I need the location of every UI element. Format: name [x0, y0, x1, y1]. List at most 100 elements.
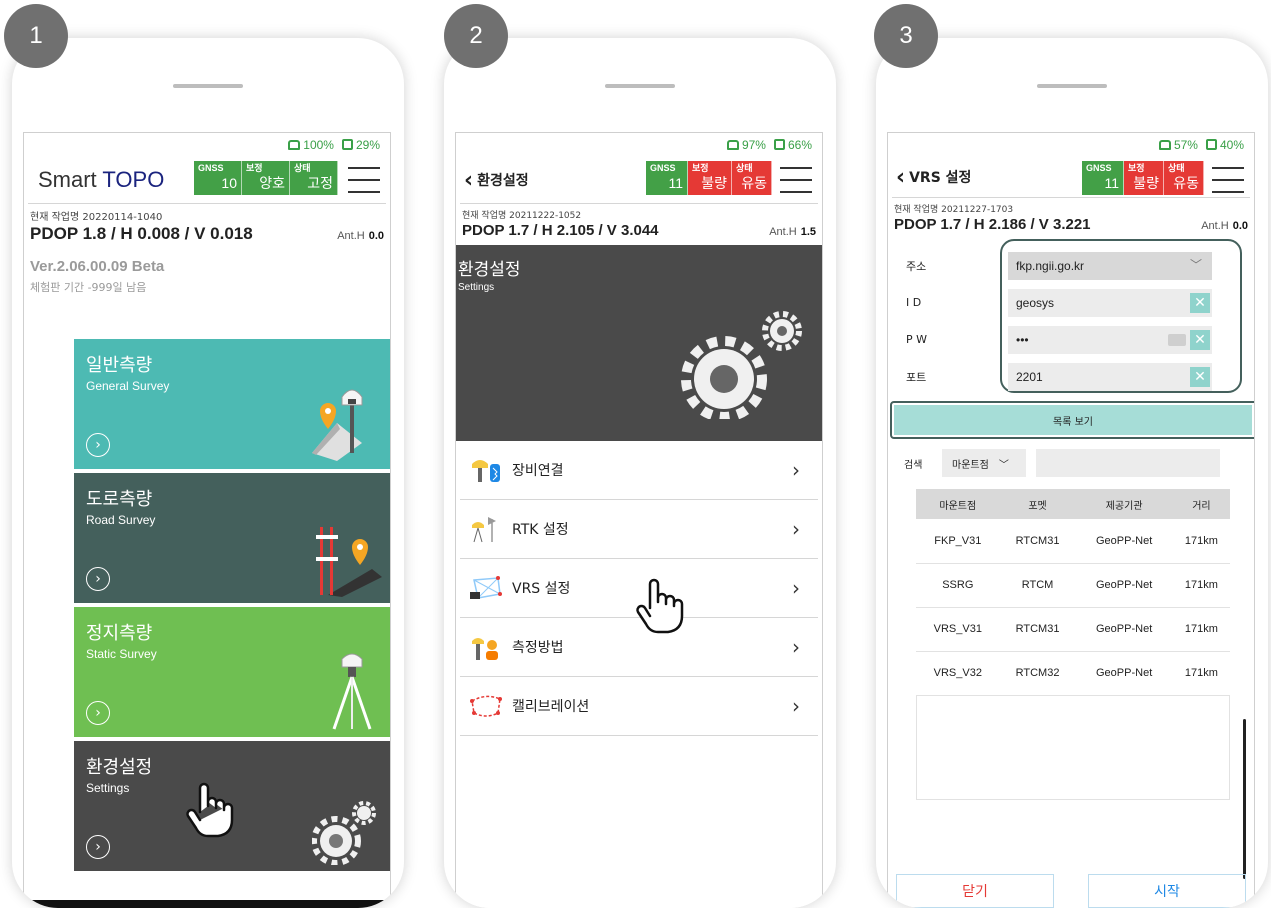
job-name: 현재 작업명 20220114-1040	[30, 212, 163, 223]
correction-cell: 보정 양호	[242, 161, 290, 195]
phone-2: 97% 66% ‹ 환경설정 GNSS 11 보정 불량 상태 유동 현재 작업명 20…	[444, 38, 836, 908]
fix-state-cell: 상태 고정	[290, 161, 338, 195]
speaker-slot	[1037, 84, 1107, 88]
clear-icon[interactable]: ✕	[1190, 329, 1210, 350]
settings-banner: 환경설정 Settings	[456, 245, 822, 441]
vrs-network-icon	[470, 576, 502, 599]
table-row[interactable]: VRS_V31 RTCM31 GeoPP-Net 171km	[916, 607, 1230, 652]
correction-cell: 보정 불량	[688, 161, 732, 195]
hamburger-menu-icon[interactable]	[1212, 167, 1244, 193]
gnss-cell: GNSS 10	[194, 161, 242, 195]
settings-screen: 97% 66% ‹ 환경설정 GNSS 11 보정 불량 상태 유동 현재 작업명 20…	[455, 132, 823, 908]
address-select[interactable]: fkp.ngii.go.kr ﹀	[1008, 251, 1212, 280]
clear-icon[interactable]: ✕	[1190, 292, 1210, 313]
menu-item-label: 장비연결	[512, 463, 564, 479]
highlight-box	[890, 401, 1254, 439]
menu-item-rtk-settings[interactable]: RTK 설정 ›	[460, 500, 818, 559]
hamburger-menu-icon[interactable]	[780, 167, 812, 193]
clear-icon[interactable]: ✕	[1190, 366, 1210, 387]
gnss-status-panel[interactable]: GNSS 11 보정 불량 상태 유동	[1082, 161, 1204, 195]
receiver-icon	[726, 140, 739, 150]
arrow-circle-icon: ›	[86, 835, 110, 859]
bluetooth-receiver-icon	[472, 460, 500, 482]
antenna-height: Ant.H 1.5	[769, 226, 816, 238]
menu-item-calibration[interactable]: 캘리브레이션 ›	[460, 677, 818, 736]
table-row[interactable]: FKP_V31 RTCM31 GeoPP-Net 171km	[916, 519, 1230, 564]
chevron-down-icon: ﹀	[998, 459, 1009, 471]
menu-item-label: 측정방법	[512, 640, 564, 656]
status-bar: 97% 66%	[456, 133, 822, 157]
receiver-battery: 100%	[288, 138, 334, 152]
search-type-select[interactable]: 마운트점 ﹀	[942, 449, 1026, 477]
pdop-value: PDOP 1.7 / H 2.105 / V 3.044	[462, 222, 659, 239]
chevron-left-icon: ‹	[896, 164, 906, 190]
top-bar: ‹ 환경설정 GNSS 11 보정 불량 상태 유동	[456, 157, 822, 203]
arrow-circle-icon: ›	[86, 701, 110, 725]
table-row[interactable]: SSRG RTCM GeoPP-Net 171km	[916, 563, 1230, 608]
tile-static-survey[interactable]: 정지측량 Static Survey ›	[74, 607, 390, 737]
calibration-icon	[470, 695, 502, 717]
chevron-right-icon: ›	[792, 517, 800, 541]
vrs-settings-screen: 57% 40% ‹ VRS 설정 GNSS 11 보정 불량 상태 유동 현재 작업명 …	[887, 132, 1255, 908]
port-row: 포트 2201 ✕	[888, 358, 1254, 395]
gnss-status-panel[interactable]: GNSS 11 보정 불량 상태 유동	[646, 161, 772, 195]
port-field[interactable]: 2201 ✕	[1008, 362, 1212, 391]
pdop-value: PDOP 1.7 / H 2.186 / V 3.221	[894, 216, 1091, 233]
step-badge-1: 1	[4, 4, 68, 68]
bottom-buttons: 닫기 시작	[896, 874, 1246, 908]
table-row[interactable]: VRS_V32 RTCM32 GeoPP-Net 171km	[916, 651, 1230, 696]
chevron-left-icon: ‹	[464, 167, 474, 193]
tile-road-survey[interactable]: 도로측량 Road Survey ›	[74, 473, 390, 603]
status-bar: 57% 40%	[888, 133, 1254, 157]
trial-period-text: 체험판 기간 -999일 남음	[30, 281, 147, 294]
back-button[interactable]: ‹ 환경설정	[464, 168, 529, 193]
back-button[interactable]: ‹ VRS 설정	[896, 165, 971, 190]
phone-battery: 66%	[773, 138, 812, 152]
speaker-slot	[605, 84, 675, 88]
arrow-circle-icon: ›	[86, 433, 110, 457]
rtk-antenna-icon	[472, 517, 496, 543]
surveyor-icon	[472, 638, 498, 660]
speaker-slot	[173, 84, 243, 88]
gnss-status-panel[interactable]: GNSS 10 보정 양호 상태 고정	[194, 161, 338, 195]
start-button[interactable]: 시작	[1088, 874, 1246, 908]
pdop-row: PDOP 1.7 / H 2.105 / V 3.044 Ant.H 1.5	[456, 221, 822, 239]
pdop-row: PDOP 1.7 / H 2.186 / V 3.221 Ant.H 0.0	[888, 215, 1254, 233]
version-text: Ver.2.06.00.09 Beta	[30, 258, 165, 275]
mountpoint-table: 마운트점 포멧 제공기관 거리 FKP_V31 RTCM31 GeoPP-Net 17…	[888, 489, 1254, 800]
road-illustration-icon	[316, 527, 382, 597]
search-row: 검색 마운트점 ﹀	[888, 449, 1254, 477]
close-button[interactable]: 닫기	[896, 874, 1054, 908]
hamburger-menu-icon[interactable]	[348, 167, 380, 193]
gnss-cell: GNSS 11	[646, 161, 688, 195]
correction-cell: 보정 불량	[1124, 161, 1164, 195]
chevron-down-icon: ﹀	[1189, 257, 1202, 272]
chevron-right-icon: ›	[792, 635, 800, 659]
gnss-cell: GNSS 11	[1082, 161, 1124, 195]
id-row: I D geosys ✕	[888, 284, 1254, 321]
menu-item-device-connect[interactable]: 장비연결 ›	[460, 441, 818, 500]
list-view-button[interactable]: 목록 보기	[890, 401, 1254, 439]
tap-hand-icon	[636, 578, 684, 634]
chevron-right-icon: ›	[792, 458, 800, 482]
phone-battery: 29%	[341, 138, 380, 152]
chevron-right-icon: ›	[792, 576, 800, 600]
top-bar: ‹ VRS 설정 GNSS 11 보정 불량 상태 유동	[888, 157, 1254, 197]
search-input[interactable]	[1036, 449, 1220, 477]
id-field[interactable]: geosys ✕	[1008, 288, 1212, 317]
gnss-receiver-illustration-icon	[312, 389, 363, 461]
job-name: 현재 작업명 20211227-1703	[894, 205, 1014, 215]
receiver-icon	[288, 140, 301, 150]
eye-icon[interactable]	[1168, 333, 1186, 346]
top-bar: Smart TOPO GNSS 10 보정 양호 상태 고정	[24, 157, 390, 203]
tap-hand-icon	[186, 782, 234, 838]
scrollbar[interactable]	[1243, 719, 1246, 879]
gear-icon	[312, 801, 376, 865]
vrs-form: 주소 fkp.ngii.go.kr ﹀ I D geosys ✕ P W ••• ✕ …	[888, 233, 1254, 395]
password-field[interactable]: ••• ✕	[1008, 325, 1212, 354]
antenna-height: Ant.H 0.0	[1201, 220, 1248, 232]
tile-general-survey[interactable]: 일반측량 General Survey ›	[74, 339, 390, 469]
receiver-battery: 97%	[726, 138, 766, 152]
phone-3: 57% 40% ‹ VRS 설정 GNSS 11 보정 불량 상태 유동 현재 작업명 …	[876, 38, 1268, 908]
status-bar: 100% 29%	[24, 133, 390, 157]
